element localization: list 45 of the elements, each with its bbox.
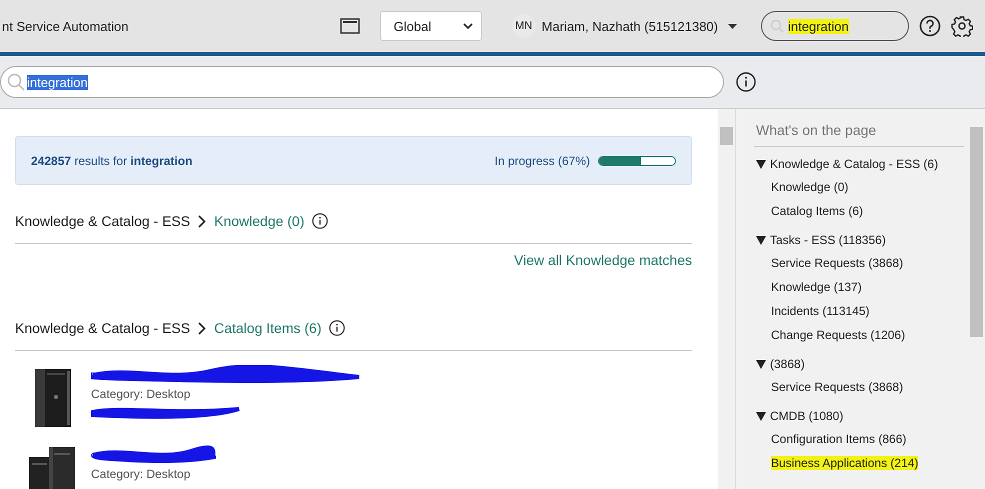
info-icon[interactable]	[736, 72, 756, 92]
triangle-icon[interactable]	[756, 359, 766, 369]
caret-icon[interactable]	[728, 24, 737, 28]
scope-select[interactable]: Global	[380, 11, 482, 41]
chevron-icon	[198, 322, 206, 334]
panel-title: What's on the page	[754, 109, 964, 147]
global-search-field[interactable]: integration	[761, 11, 909, 41]
item-category: Category: Desktop	[91, 387, 192, 401]
group-header[interactable]: (3868)	[754, 353, 968, 375]
info-icon[interactable]	[312, 213, 328, 229]
progress-status: In progress (67%)	[494, 154, 590, 168]
scrollbar[interactable]	[718, 109, 735, 489]
item-category: Category: Desktop	[91, 467, 192, 481]
panel-link[interactable]: Catalog Items (6)	[771, 204, 864, 218]
panel-link[interactable]: Knowledge (137)	[771, 280, 862, 294]
panel-link[interactable]: Configuration Items (866)	[771, 432, 906, 446]
section-title[interactable]: Catalog Items (6)	[214, 320, 322, 336]
window-icon[interactable]	[340, 18, 360, 34]
group-header[interactable]: CMDB (1080)	[754, 405, 968, 427]
scrollbar[interactable]	[968, 109, 985, 489]
info-icon[interactable]	[329, 320, 346, 336]
triangle-icon[interactable]	[756, 159, 766, 169]
panel-link[interactable]: Service Requests (3868)	[771, 256, 904, 270]
settings-icon[interactable]	[951, 15, 973, 37]
chevron-down-icon[interactable]	[462, 23, 473, 29]
breadcrumb-link[interactable]: Knowledge & Catalog - ESS	[15, 213, 190, 229]
panel-link[interactable]: Incidents (113145)	[771, 304, 870, 318]
triangle-icon[interactable]	[756, 235, 766, 245]
group-header[interactable]: Tasks - ESS (118356)	[754, 229, 968, 251]
group-header[interactable]: Knowledge & Catalog - ESS (6)	[754, 153, 968, 175]
panel-link[interactable]: Change Requests (1206)	[771, 328, 906, 342]
panel-link[interactable]: Business Applications (214)	[771, 456, 918, 470]
breadcrumb-link[interactable]: Knowledge & Catalog - ESS	[15, 320, 190, 336]
user-menu[interactable]: Mariam, Nazhath (515121380)	[542, 18, 718, 34]
chevron-icon	[198, 214, 206, 228]
section-title[interactable]: Knowledge (0)	[214, 213, 304, 229]
panel-link[interactable]: Knowledge (0)	[771, 180, 848, 194]
view-all-link[interactable]: View all Knowledge matches	[514, 252, 692, 292]
triangle-icon[interactable]	[756, 411, 766, 421]
app-title: nt Service Automation	[2, 18, 128, 34]
panel-link[interactable]: Service Requests (3868)	[771, 380, 904, 394]
user-avatar[interactable]: MN	[512, 14, 536, 38]
help-icon[interactable]	[919, 15, 941, 37]
results-summary: 242857 results for integration	[31, 154, 194, 168]
search-field[interactable]: integration	[0, 66, 724, 98]
